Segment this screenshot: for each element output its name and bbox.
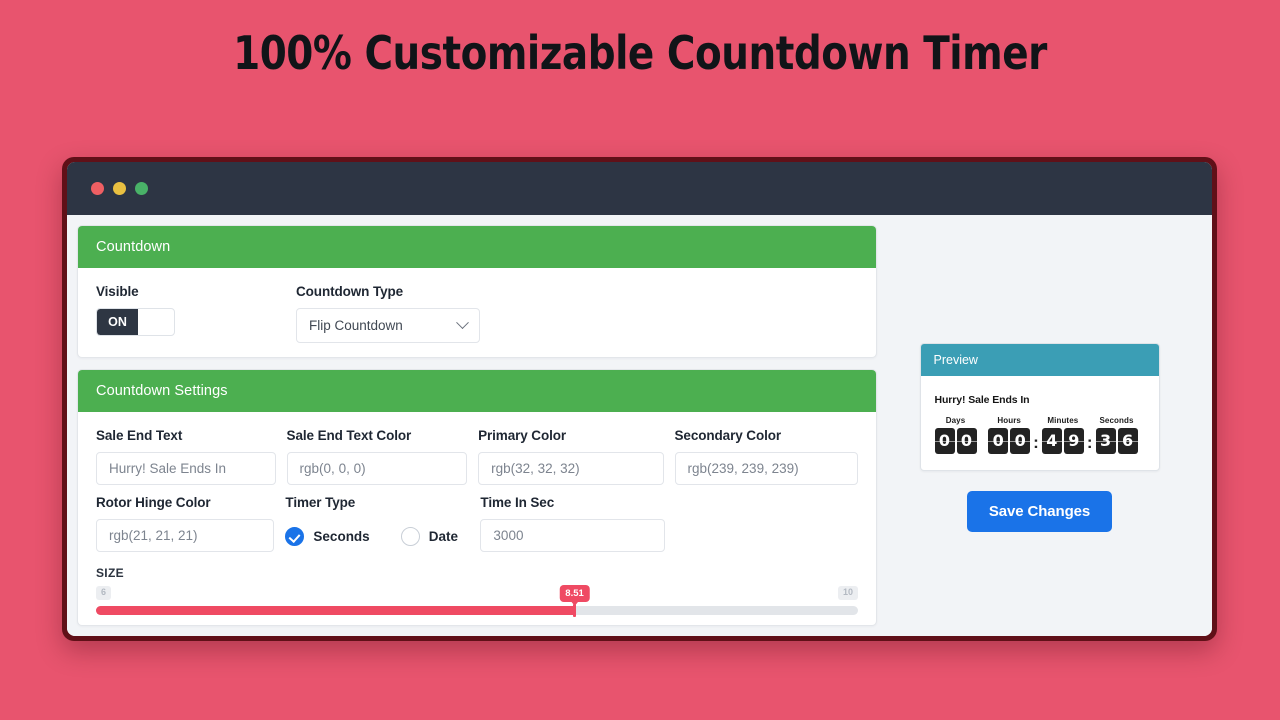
time-in-sec-label: Time In Sec: [480, 494, 555, 510]
preview-card-body: Hurry! Sale Ends In Days 0 0 :: [921, 376, 1159, 470]
rotor-hinge-color-input[interactable]: rgb(21, 21, 21): [96, 518, 275, 552]
sale-end-text-field: Sale End Text Hurry! Sale Ends In: [96, 428, 276, 485]
settings-row-2-spacer: [676, 495, 858, 554]
visible-field: Visible ON: [96, 284, 296, 343]
preview-column: Preview Hurry! Sale Ends In Days 0 0 Hou…: [877, 225, 1202, 626]
settings-row-1: Sale End Text Hurry! Sale Ends In Sale E…: [96, 428, 858, 485]
flip-separator: :: [1033, 433, 1039, 452]
flip-digits-minutes: 4 9: [1041, 428, 1084, 454]
radio-seconds-label: Seconds: [313, 528, 370, 544]
flip-caption-days: Days: [945, 416, 966, 425]
countdown-card-header: Countdown: [78, 226, 876, 268]
sale-end-text-color-field: Sale End Text Color rgb(0, 0, 0): [286, 427, 468, 485]
size-slider-track[interactable]: 8.51: [96, 584, 858, 617]
minimize-dot-icon[interactable]: [113, 182, 126, 195]
chevron-down-icon: [456, 316, 469, 330]
flip-group-hours: Hours 0 0: [988, 416, 1031, 454]
timer-type-field: Timer Type Seconds Date: [285, 495, 469, 554]
timer-type-radio-group: Seconds Date: [285, 519, 469, 554]
countdown-card-row: Visible ON Countdown Type Flip Countdown: [96, 284, 858, 343]
secondary-color-label: Secondary Color: [674, 427, 782, 443]
flip-countdown: Days 0 0 : Hours 0: [934, 416, 1145, 454]
flip-digit: 0: [1010, 428, 1031, 454]
close-dot-icon[interactable]: [91, 182, 104, 195]
visible-toggle[interactable]: ON: [96, 308, 175, 336]
browser-window-inner: Countdown Visible ON Countdown Type Flip…: [67, 162, 1212, 636]
primary-color-label: Primary Color: [478, 427, 567, 443]
flip-digits-days: 0 0: [934, 428, 977, 454]
visible-toggle-on-label: ON: [97, 309, 138, 335]
flip-digit: 6: [1117, 428, 1138, 454]
countdown-settings-body: Sale End Text Hurry! Sale Ends In Sale E…: [78, 412, 876, 625]
size-slider[interactable]: 8.51: [96, 584, 858, 617]
browser-window-frame: Countdown Visible ON Countdown Type Flip…: [62, 157, 1217, 641]
timer-type-label: Timer Type: [285, 494, 356, 510]
app-body: Countdown Visible ON Countdown Type Flip…: [67, 215, 1212, 636]
size-slider-max-tick: 10: [837, 585, 858, 600]
size-slider-label: SIZE: [96, 565, 124, 580]
flip-group-days: Days 0 0: [934, 416, 977, 454]
countdown-card-body: Visible ON Countdown Type Flip Countdown: [78, 268, 876, 357]
size-slider-value-bubble: 8.51: [559, 584, 590, 606]
countdown-settings-card: Countdown Settings Sale End Text Hurry! …: [77, 368, 877, 626]
primary-color-field: Primary Color rgb(32, 32, 32): [478, 427, 664, 485]
flip-digit: 0: [934, 428, 955, 454]
countdown-type-label: Countdown Type: [296, 284, 404, 299]
primary-color-input[interactable]: rgb(32, 32, 32): [478, 451, 664, 485]
flip-digit: 0: [988, 428, 1009, 454]
preview-card-header: Preview: [920, 344, 1159, 376]
flip-separator: :: [1086, 433, 1093, 452]
countdown-type-value: Flip Countdown: [309, 318, 403, 333]
rotor-hinge-color-label: Rotor Hinge Color: [96, 494, 211, 510]
countdown-settings-header: Countdown Settings: [78, 369, 876, 412]
flip-group-seconds: Seconds 3 6: [1095, 416, 1138, 454]
flip-digits-hours: 0 0: [988, 428, 1031, 454]
page-title: 100% Customizable Countdown Timer: [233, 26, 1047, 80]
settings-row-2: Rotor Hinge Color rgb(21, 21, 21) Timer …: [96, 495, 858, 554]
size-slider-section: SIZE 6 10 8.51: [96, 565, 858, 617]
window-titlebar: [67, 162, 1212, 215]
secondary-color-input[interactable]: rgb(239, 239, 239): [674, 451, 858, 485]
flip-digits-seconds: 3 6: [1095, 428, 1138, 454]
preview-sale-text: Hurry! Sale Ends In: [934, 394, 1030, 406]
rotor-hinge-color-field: Rotor Hinge Color rgb(21, 21, 21): [96, 494, 275, 554]
time-in-sec-input[interactable]: 3000: [480, 518, 665, 552]
radio-date-icon[interactable]: [400, 526, 420, 546]
size-slider-ticks: 6 10: [96, 585, 858, 600]
settings-column: Countdown Visible ON Countdown Type Flip…: [77, 225, 877, 626]
maximize-dot-icon[interactable]: [135, 182, 148, 195]
visible-label: Visible: [96, 284, 139, 299]
countdown-card: Countdown Visible ON Countdown Type Flip…: [77, 225, 877, 358]
secondary-color-field: Secondary Color rgb(239, 239, 239): [674, 427, 858, 485]
sale-end-text-color-label: Sale End Text Color: [286, 427, 412, 443]
flip-caption-seconds: Seconds: [1099, 416, 1134, 425]
flip-digit: 3: [1095, 428, 1116, 454]
radio-seconds-icon[interactable]: [285, 526, 305, 546]
flip-group-minutes: Minutes 4 9: [1041, 416, 1084, 454]
flip-digit: 9: [1063, 428, 1084, 454]
countdown-type-field: Countdown Type Flip Countdown: [296, 284, 480, 343]
size-slider-min-tick: 6: [96, 585, 112, 600]
sale-end-text-label: Sale End Text: [96, 427, 183, 443]
flip-digit: 4: [1041, 428, 1062, 454]
save-changes-button[interactable]: Save Changes: [966, 491, 1113, 532]
flip-caption-minutes: Minutes: [1047, 416, 1079, 425]
countdown-type-select[interactable]: Flip Countdown: [296, 308, 480, 343]
sale-end-text-color-input[interactable]: rgb(0, 0, 0): [286, 451, 468, 485]
time-in-sec-field: Time In Sec 3000: [480, 494, 665, 554]
size-slider-fill: [96, 605, 575, 615]
sale-end-text-input[interactable]: Hurry! Sale Ends In: [96, 451, 276, 485]
preview-card: Preview Hurry! Sale Ends In Days 0 0 Hou…: [919, 343, 1160, 471]
flip-digit: 0: [956, 428, 977, 454]
radio-date-label: Date: [428, 528, 458, 544]
flip-caption-hours: Hours: [997, 416, 1021, 425]
